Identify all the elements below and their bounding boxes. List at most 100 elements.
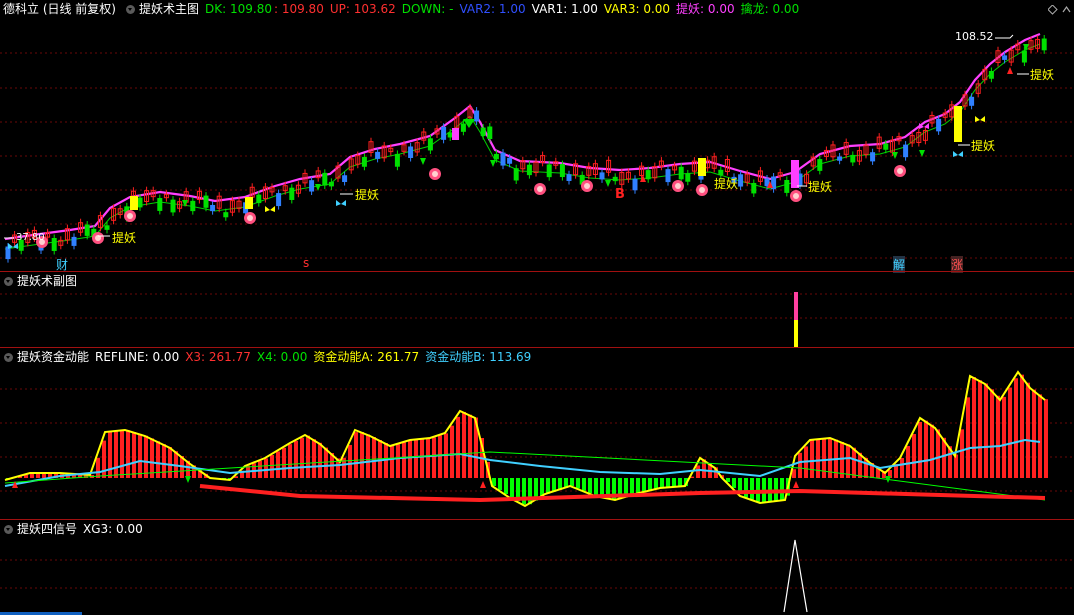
legend-refline: REFLINE: 0.00: [95, 350, 180, 364]
butterfly-icon: [953, 151, 963, 157]
x3-bar: [102, 440, 106, 478]
x3-bar: [420, 439, 424, 478]
candle-body: [678, 166, 684, 180]
x3-bar: [900, 458, 904, 478]
main-indicator-title[interactable]: 提妖术主图: [139, 0, 199, 18]
x3-bar: [306, 435, 310, 478]
x3-bar: [1008, 387, 1012, 478]
candle-body: [51, 237, 57, 251]
candle-body: [1021, 50, 1027, 63]
sub3-title[interactable]: 提妖四信号: [17, 520, 77, 538]
price-low-marker: 37.80: [16, 232, 45, 243]
x3-bar: [426, 438, 430, 478]
x4-bar: [510, 478, 514, 498]
x4-bar: [672, 478, 676, 488]
legend-x3: X3: 261.77: [185, 350, 251, 364]
candle-body: [190, 200, 196, 212]
highlight-bar: [698, 158, 706, 176]
x3-bar: [1032, 389, 1036, 478]
main-chart-panel[interactable]: 德科立 (日线 前复权) 提妖术主图 DK: 109.80 : 109.80 U…: [0, 0, 1074, 273]
legend-var3: VAR3: 0.00: [603, 2, 671, 16]
legend-value: : 109.80: [273, 2, 324, 16]
candle-body: [322, 172, 328, 186]
sub2-title[interactable]: 提妖资金动能: [17, 348, 89, 366]
candle-body: [361, 156, 367, 167]
x3-bar: [1002, 396, 1006, 478]
sub-chart-3-panel[interactable]: 提妖四信号 XG3: 0.00: [0, 520, 1074, 615]
x3-bar: [132, 432, 136, 478]
candle-body: [137, 197, 143, 208]
x3-bar: [108, 431, 112, 478]
candle-body: [546, 164, 552, 178]
candle-body: [427, 138, 433, 151]
x4-bar: [780, 478, 784, 501]
collapse-toggle-icon[interactable]: [4, 524, 13, 534]
x3-bar: [414, 439, 418, 478]
x4-bar: [750, 478, 754, 500]
x3-bar: [990, 389, 994, 478]
panel-up-icon[interactable]: [1062, 5, 1072, 15]
candle-body: [837, 156, 843, 161]
highlight-bar: [245, 197, 253, 209]
xg3-signal-line: [783, 539, 808, 613]
candle-body: [507, 157, 513, 164]
sub1-title[interactable]: 提妖术副图: [17, 272, 77, 290]
sub-chart-2-panel[interactable]: 提妖资金动能 REFLINE: 0.00 X3: 261.77 X4: 0.00…: [0, 348, 1074, 520]
x3-bar: [852, 447, 856, 478]
candle-body: [566, 174, 572, 181]
candle-body: [276, 193, 282, 207]
settings-diamond-icon[interactable]: [1048, 5, 1058, 15]
collapse-toggle-icon[interactable]: [126, 4, 135, 14]
x3-bar: [354, 432, 358, 478]
sub-chart-1-panel[interactable]: 提妖术副图: [0, 272, 1074, 348]
x3-bar: [996, 395, 1000, 478]
candle-body: [1002, 55, 1008, 60]
candle-body: [460, 123, 466, 132]
event-label-s[interactable]: s: [303, 256, 309, 270]
x3-bar: [1044, 399, 1048, 478]
candle-body: [203, 195, 209, 208]
sub-chart-2-canvas[interactable]: [0, 348, 1074, 520]
high-leader: [995, 34, 1014, 39]
x4-bar: [636, 478, 640, 494]
x3-bar: [918, 422, 922, 478]
badge-icon-core: [127, 213, 133, 219]
x3-bar: [930, 424, 934, 478]
x3-bar: [972, 377, 976, 478]
x3-bar: [822, 438, 826, 478]
x3-bar: [816, 439, 820, 478]
x3-bar: [360, 432, 364, 478]
sub-chart-1-header: 提妖术副图: [0, 272, 1074, 290]
signal-bar-magenta: [794, 292, 798, 320]
x3-bar: [324, 447, 328, 478]
x3-bar: [396, 444, 400, 478]
up-arrow-icon: [1007, 67, 1013, 74]
x4-bar: [498, 478, 502, 490]
collapse-toggle-icon[interactable]: [4, 276, 13, 286]
candle-body: [480, 127, 486, 137]
x4-bar: [582, 478, 586, 491]
signal-tiyao-2: 提妖: [355, 188, 380, 202]
x3-bar: [432, 437, 436, 478]
candle-body: [559, 164, 565, 178]
main-chart-canvas[interactable]: [0, 0, 1074, 272]
stock-name[interactable]: 德科立 (日线 前复权): [3, 0, 116, 18]
legend-zjdn-b: 资金动能B: 113.69: [425, 350, 532, 364]
main-chart-header: 德科立 (日线 前复权) 提妖术主图 DK: 109.80 : 109.80 U…: [0, 0, 1074, 18]
candle-body: [210, 204, 216, 212]
candle-body: [500, 152, 506, 166]
legend-zjdn-a: 资金动能A: 261.77: [313, 350, 420, 364]
candle-body: [84, 224, 90, 236]
legend-var1: VAR1: 1.00: [531, 2, 598, 16]
candle-body: [256, 194, 262, 204]
highlight-bar: [452, 128, 459, 140]
candle-body: [599, 172, 605, 180]
signal-tiyao-6: 提妖: [1030, 68, 1055, 82]
x3-bar: [366, 434, 370, 478]
sub-chart-2-header: 提妖资金动能 REFLINE: 0.00 X3: 261.77 X4: 0.00…: [0, 348, 1074, 366]
up-arrow-icon: [480, 481, 486, 488]
badge-icon-core: [675, 183, 681, 189]
collapse-toggle-icon[interactable]: [4, 352, 13, 362]
candle-body: [817, 159, 823, 171]
candle-body: [447, 132, 453, 138]
